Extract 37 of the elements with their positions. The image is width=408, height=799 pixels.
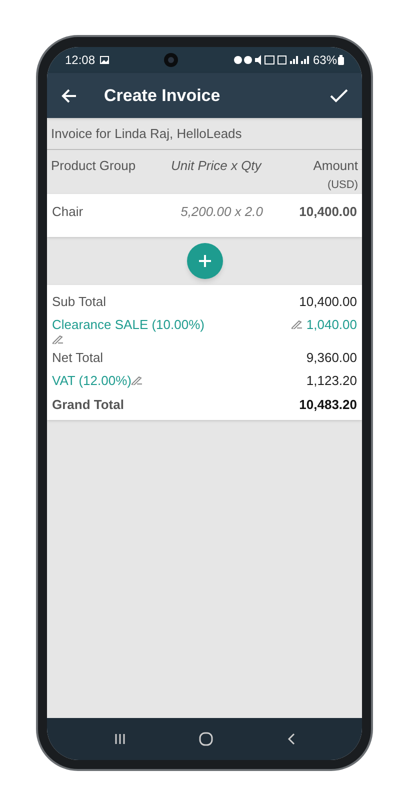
total-amount: 9,360.00 [306, 348, 357, 366]
product-name: Chair [52, 202, 84, 220]
discount-label: Clearance SALE (10.00%) [52, 316, 204, 334]
column-header: Product Group [51, 156, 137, 175]
battery-icon [338, 55, 344, 65]
column-header: Unit Price x Qty [171, 156, 263, 175]
total-label: Net Total [52, 348, 104, 366]
back-arrow-icon [61, 88, 77, 104]
edit-pencil-icon[interactable] [131, 376, 144, 386]
total-amount: 10,400.00 [299, 292, 357, 310]
checkmark-icon [330, 88, 348, 102]
screen-title: Create Invoice [104, 84, 222, 107]
total-amount: 10,483.20 [299, 396, 357, 414]
invoice-subtitle: Invoice for Linda Raj, HelloLeads [51, 126, 242, 141]
edit-pencil-icon[interactable] [52, 334, 64, 344]
edit-pencil-icon[interactable] [291, 320, 304, 330]
back-nav-button[interactable] [287, 733, 296, 745]
price-quantity: 5,200.00 x 2.0 [180, 202, 264, 220]
add-item-button[interactable] [186, 242, 222, 278]
chevron-left-icon [287, 733, 296, 745]
tax-label: VAT (12.00%) [52, 372, 132, 390]
clock-time: 12:08 [65, 52, 96, 69]
home-icon [199, 732, 214, 746]
plus-icon [198, 254, 212, 268]
tax-amount: 1,123.20 [306, 372, 357, 390]
total-label: Grand Total [52, 396, 124, 414]
camera-icon [164, 53, 178, 67]
item-amount: 10,400.00 [298, 202, 357, 220]
battery-level: 63% [312, 52, 337, 69]
column-header: Amount [312, 156, 358, 174]
currency-label: (USD) [326, 178, 358, 193]
discount-amount: 1,040.00 [306, 316, 357, 334]
recent-apps-icon [114, 733, 126, 745]
total-label: Sub Total [52, 292, 106, 310]
image-icon [100, 56, 110, 64]
recent-apps-button[interactable] [114, 733, 126, 745]
home-button[interactable] [199, 732, 214, 746]
